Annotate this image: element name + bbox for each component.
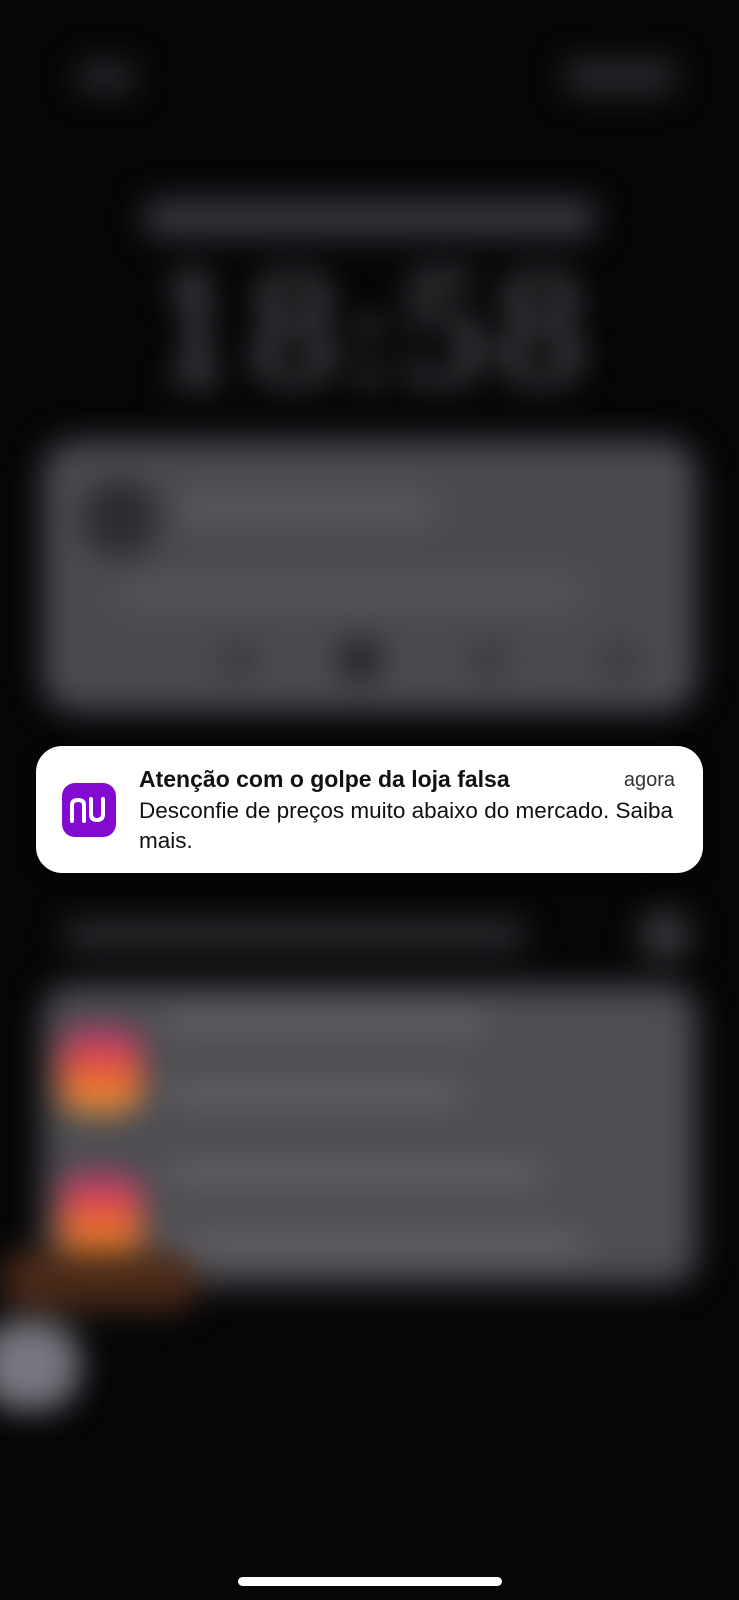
media-airplay-icon <box>598 640 642 680</box>
status-bar-right <box>565 60 675 94</box>
media-rewind-icon <box>215 640 259 680</box>
nubank-logo-icon <box>70 797 105 823</box>
notification-line <box>165 1235 585 1253</box>
home-indicator[interactable] <box>238 1577 502 1586</box>
media-play-icon <box>338 640 382 680</box>
notification-line <box>165 1165 545 1183</box>
notification-body: Desconfie de preços muito abaixo do merc… <box>139 798 674 853</box>
nubank-icon <box>62 783 116 837</box>
instagram-icon <box>60 1030 142 1112</box>
lock-screen: 18:58 Atenção com o golpe da loja falsa … <box>0 0 739 1600</box>
media-title <box>180 498 430 520</box>
lock-screen-date <box>145 200 595 236</box>
background-glow <box>0 1250 200 1310</box>
notification-line <box>165 1015 485 1033</box>
notification-title: Atenção com o golpe da loja falsa <box>139 766 510 792</box>
notification-time: agora <box>623 769 675 791</box>
media-progress <box>120 585 580 599</box>
notification-line <box>165 1085 465 1103</box>
clear-notifications-icon <box>640 910 690 960</box>
instagram-icon <box>60 1175 142 1257</box>
media-artwork <box>80 478 160 558</box>
status-bar-left <box>78 62 134 92</box>
notification-center-header <box>65 920 525 950</box>
background-blob <box>0 1320 80 1410</box>
notification-banner[interactable]: Atenção com o golpe da loja falsa agora … <box>36 746 703 873</box>
media-forward-icon <box>468 640 512 680</box>
lock-screen-clock: 18:58 <box>148 245 592 419</box>
